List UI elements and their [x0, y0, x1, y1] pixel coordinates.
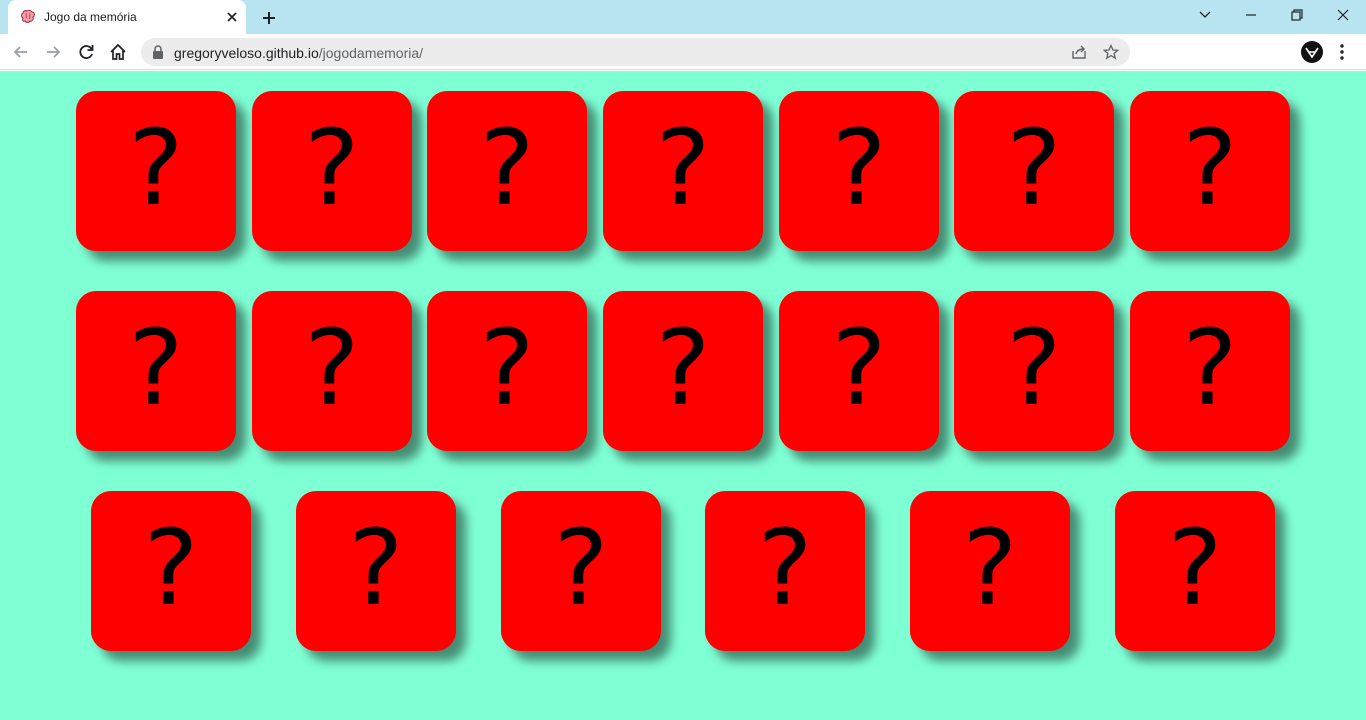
memory-card[interactable]: ? — [954, 91, 1114, 251]
memory-card[interactable]: ? — [296, 491, 456, 651]
memory-card[interactable]: ? — [910, 491, 1070, 651]
brain-icon — [21, 9, 35, 23]
card-question-mark: ? — [479, 307, 535, 429]
memory-card[interactable]: ? — [1115, 491, 1275, 651]
memory-card[interactable]: ? — [779, 91, 939, 251]
card-question-mark: ? — [1006, 107, 1062, 229]
lock-icon[interactable] — [152, 45, 164, 59]
minimize-icon — [1246, 14, 1256, 16]
arrow-right-icon — [47, 46, 61, 58]
memory-card[interactable]: ? — [501, 491, 661, 651]
card-question-mark: ? — [304, 107, 360, 229]
memory-card[interactable]: ? — [252, 291, 412, 451]
card-question-mark: ? — [128, 107, 184, 229]
memory-card[interactable]: ? — [603, 91, 763, 251]
tab-title: Jogo da memória — [44, 10, 137, 24]
card-question-mark: ? — [348, 507, 404, 629]
restore-icon — [1291, 9, 1303, 21]
url-host: gregoryveloso.github.io — [174, 45, 319, 61]
card-question-mark: ? — [479, 107, 535, 229]
avatar[interactable] — [1301, 41, 1323, 63]
card-question-mark: ? — [962, 507, 1018, 629]
memory-card[interactable]: ? — [91, 491, 251, 651]
memory-card[interactable]: ? — [603, 291, 763, 451]
memory-card[interactable]: ? — [252, 91, 412, 251]
minimize-button[interactable] — [1228, 0, 1274, 30]
arrow-left-icon — [13, 46, 27, 58]
chevron-down-icon — [1199, 11, 1211, 18]
card-question-mark: ? — [655, 107, 711, 229]
memory-card[interactable]: ? — [427, 91, 587, 251]
card-question-mark: ? — [1182, 307, 1238, 429]
back-button[interactable] — [9, 40, 33, 64]
tab-strip: Jogo da memória — [0, 0, 1366, 34]
close-window-button[interactable] — [1320, 0, 1366, 30]
card-question-mark: ? — [553, 507, 609, 629]
browser-toolbar: gregoryveloso.github.io/jogodamemoria/ — [0, 34, 1366, 70]
tab-search-button[interactable] — [1182, 0, 1228, 30]
home-icon — [110, 43, 126, 60]
memory-card[interactable]: ? — [705, 491, 865, 651]
reload-icon — [79, 45, 94, 59]
card-question-mark: ? — [1182, 107, 1238, 229]
memory-card[interactable]: ? — [1130, 291, 1290, 451]
card-question-mark: ? — [304, 307, 360, 429]
card-question-mark: ? — [128, 307, 184, 429]
card-question-mark: ? — [1006, 307, 1062, 429]
url-text[interactable]: gregoryveloso.github.io/jogodamemoria/ — [174, 45, 423, 61]
star-icon[interactable] — [1103, 44, 1119, 60]
card-question-mark: ? — [757, 507, 813, 629]
card-question-mark: ? — [831, 307, 887, 429]
forward-button[interactable] — [41, 40, 65, 64]
memory-card[interactable]: ? — [76, 91, 236, 251]
card-question-mark: ? — [655, 307, 711, 429]
card-question-mark: ? — [831, 107, 887, 229]
close-icon[interactable] — [224, 9, 240, 25]
kebab-menu-icon[interactable] — [1338, 42, 1346, 62]
url-path: /jogodamemoria/ — [318, 45, 424, 61]
reload-button[interactable] — [74, 40, 98, 64]
browser-tab[interactable]: Jogo da memória — [8, 0, 246, 34]
home-button[interactable] — [106, 40, 130, 64]
memory-card[interactable]: ? — [427, 291, 587, 451]
game-board: ???????????????????? — [0, 71, 1366, 720]
memory-card[interactable]: ? — [76, 291, 236, 451]
card-question-mark: ? — [1167, 507, 1223, 629]
plus-icon[interactable] — [258, 7, 280, 29]
address-bar[interactable]: gregoryveloso.github.io/jogodamemoria/ — [141, 38, 1130, 66]
memory-card[interactable]: ? — [954, 291, 1114, 451]
restore-button[interactable] — [1274, 0, 1320, 30]
memory-card[interactable]: ? — [1130, 91, 1290, 251]
card-question-mark: ? — [143, 507, 199, 629]
memory-card[interactable]: ? — [779, 291, 939, 451]
profile-logo-icon — [1305, 47, 1319, 59]
share-icon[interactable] — [1071, 44, 1087, 60]
close-icon — [1337, 9, 1349, 21]
